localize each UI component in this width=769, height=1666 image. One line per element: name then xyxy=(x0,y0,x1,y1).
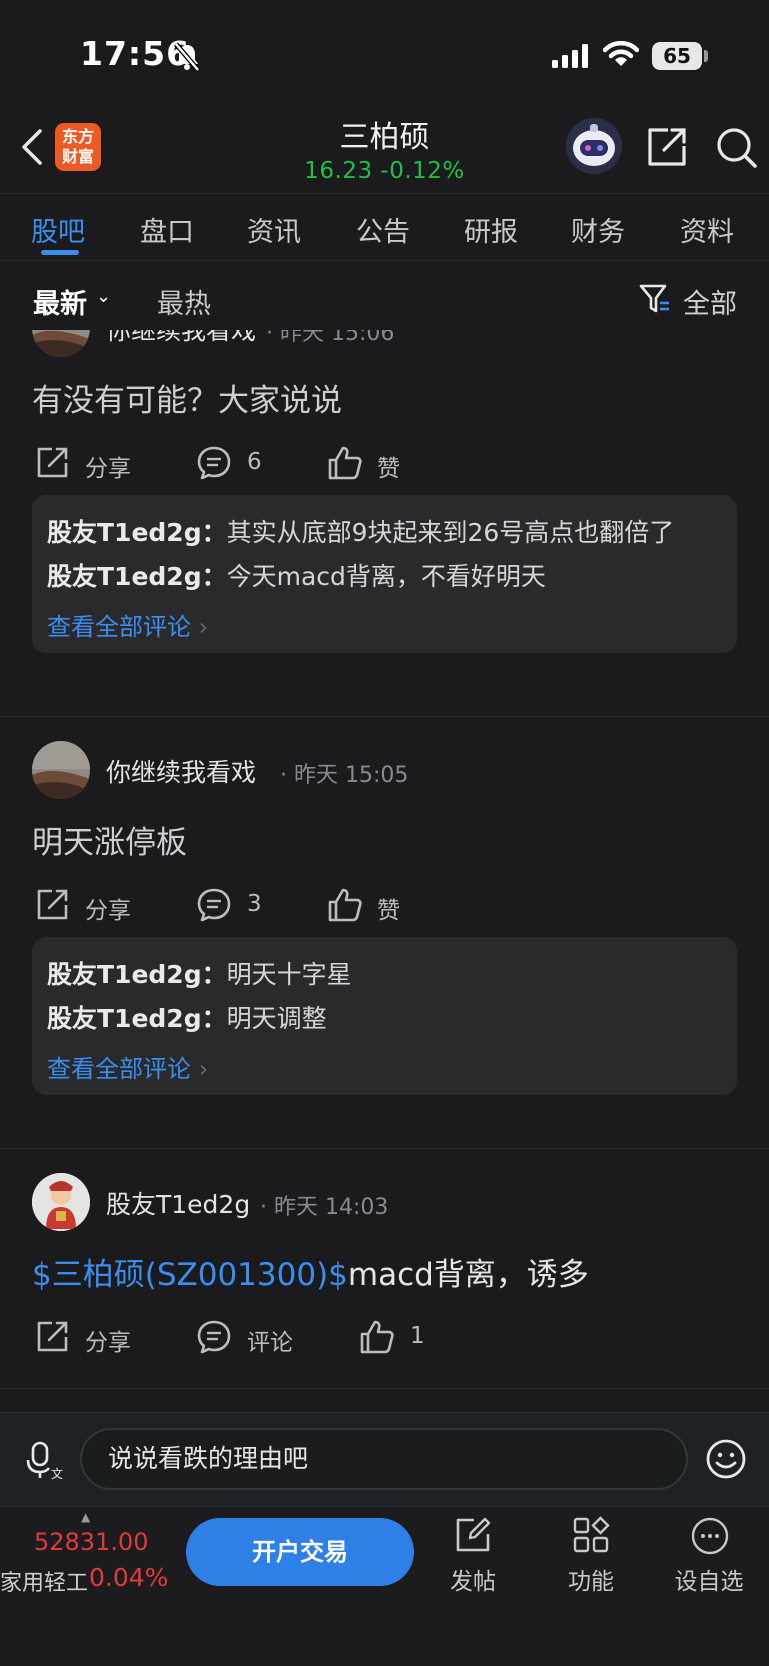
comment-icon[interactable] xyxy=(196,445,232,481)
nav-functions[interactable]: 功能 xyxy=(546,1562,636,1596)
comment-icon[interactable] xyxy=(196,1319,232,1355)
search-icon[interactable] xyxy=(715,126,759,170)
share-icon[interactable] xyxy=(34,445,70,481)
add-watchlist-icon[interactable] xyxy=(690,1516,730,1556)
tab-news[interactable]: 资讯 xyxy=(247,210,301,249)
post-time: · 昨天 14:03 xyxy=(260,1195,389,1220)
nav-post[interactable]: 发帖 xyxy=(428,1562,518,1596)
chevron-down-icon[interactable]: ⌄ xyxy=(96,286,111,307)
comment-line: 股友T1ed2g：明天十字星 xyxy=(47,955,352,991)
tab-guba[interactable]: 股吧 xyxy=(31,210,85,249)
comment-count[interactable]: 3 xyxy=(247,891,262,917)
cellular-signal-icon xyxy=(552,44,588,68)
post-text: macd背离，诱多 xyxy=(347,1257,589,1293)
index-expand-arrow-icon[interactable]: ▲ xyxy=(81,1510,90,1524)
index-change[interactable]: 0.04% xyxy=(89,1563,168,1592)
post-item[interactable]: 股友T1ed2g · 昨天 14:03 $三柏硕(SZ001300)$macd背… xyxy=(0,1149,769,1379)
comment-user[interactable]: 股友T1ed2g： xyxy=(47,562,227,591)
post-time: · 昨天 15:06 xyxy=(266,330,395,346)
share-button[interactable]: 分享 xyxy=(85,1323,131,1357)
svg-text:文: 文 xyxy=(51,1466,63,1480)
post-content[interactable]: $三柏硕(SZ001300)$macd背离，诱多 xyxy=(32,1249,589,1294)
wifi-icon xyxy=(603,40,639,66)
emoji-icon[interactable] xyxy=(705,1438,747,1480)
comment-text: 明天十字星 xyxy=(226,960,352,989)
post-item[interactable]: 你继续我看戏 · 昨天 15:06 有没有可能？大家说说 分享 6 赞 股友T1… xyxy=(0,330,769,675)
comment-count[interactable]: 6 xyxy=(247,449,262,475)
bell-muted-icon xyxy=(174,42,200,72)
share-icon[interactable] xyxy=(34,887,70,923)
tab-announcements[interactable]: 公告 xyxy=(356,210,410,249)
share-icon[interactable] xyxy=(34,1319,70,1355)
index-name[interactable]: 家用轻工 xyxy=(0,1565,88,1597)
thumbs-up-icon[interactable] xyxy=(358,1318,396,1356)
sort-hot[interactable]: 最热 xyxy=(157,282,211,321)
thumbs-up-icon[interactable] xyxy=(326,886,364,924)
post-time: · 昨天 15:05 xyxy=(280,763,409,788)
battery-cap xyxy=(704,50,708,62)
compose-post-icon[interactable] xyxy=(454,1516,492,1554)
tab-profile[interactable]: 资料 xyxy=(680,210,734,249)
share-button[interactable]: 分享 xyxy=(85,449,131,483)
share-button[interactable]: 分享 xyxy=(85,891,131,925)
filter-icon[interactable] xyxy=(638,283,672,315)
comment-line: 股友T1ed2g：今天macd背离，不看好明天 xyxy=(47,557,546,593)
comment-preview[interactable]: 股友T1ed2g：明天十字星 股友T1ed2g：明天调整 查看全部评论 › xyxy=(32,937,737,1095)
post-feed: 你继续我看戏 · 昨天 15:06 有没有可能？大家说说 分享 6 赞 股友T1… xyxy=(0,330,769,1412)
thumbs-up-icon[interactable] xyxy=(326,444,364,482)
tab-bar: 股吧 盘口 资讯 公告 研报 财务 资料 xyxy=(0,193,769,261)
comment-line: 股友T1ed2g：其实从底部9块起来到26号高点也翻倍了 xyxy=(47,513,674,549)
robot-assistant-icon[interactable] xyxy=(566,118,622,174)
like-button[interactable]: 赞 xyxy=(377,891,400,925)
filter-all[interactable]: 全部 xyxy=(683,282,737,321)
like-count[interactable]: 1 xyxy=(410,1323,425,1349)
avatar[interactable] xyxy=(32,741,90,799)
comment-icon[interactable] xyxy=(196,887,232,923)
post-item[interactable]: 你继续我看戏 · 昨天 15:05 明天涨停板 分享 3 赞 股友T1ed2g：… xyxy=(0,717,769,1137)
post-content[interactable]: 有没有可能？大家说说 xyxy=(32,375,342,420)
open-account-trade-button[interactable]: 开户交易 xyxy=(186,1518,414,1586)
comment-text: 明天调整 xyxy=(226,1004,327,1033)
comment-user[interactable]: 股友T1ed2g： xyxy=(47,518,227,547)
battery-icon: 65 xyxy=(652,42,702,70)
avatar[interactable] xyxy=(32,1173,90,1231)
comment-text: 今天macd背离，不看好明天 xyxy=(226,562,546,591)
comment-button[interactable]: 评论 xyxy=(247,1323,293,1357)
tab-finance[interactable]: 财务 xyxy=(571,210,625,249)
active-tab-indicator xyxy=(41,250,79,255)
nav-add-watchlist[interactable]: 设自选 xyxy=(664,1562,754,1596)
index-value[interactable]: 52831.00 xyxy=(34,1528,149,1556)
comment-text: 其实从底部9块起来到26号高点也翻倍了 xyxy=(226,518,675,547)
functions-grid-icon[interactable] xyxy=(572,1516,610,1554)
stock-tag-link[interactable]: $三柏硕(SZ001300)$ xyxy=(32,1257,348,1293)
post-author[interactable]: 你继续我看戏 xyxy=(106,753,256,789)
post-content[interactable]: 明天涨停板 xyxy=(32,817,187,862)
post-author[interactable]: 你继续我看戏 xyxy=(106,330,256,347)
comment-input[interactable]: 说说看跌的理由吧 xyxy=(80,1428,688,1490)
voice-input-icon[interactable]: 文 xyxy=(24,1440,64,1480)
comment-preview[interactable]: 股友T1ed2g：其实从底部9块起来到26号高点也翻倍了 股友T1ed2g：今天… xyxy=(32,495,737,653)
chevron-right-icon: › xyxy=(198,613,209,641)
divider xyxy=(0,1388,769,1389)
chevron-right-icon: › xyxy=(198,1055,209,1083)
like-button[interactable]: 赞 xyxy=(377,449,400,483)
tab-pankou[interactable]: 盘口 xyxy=(140,210,194,249)
post-author[interactable]: 股友T1ed2g xyxy=(106,1185,250,1221)
comment-user[interactable]: 股友T1ed2g： xyxy=(47,960,227,989)
comment-user[interactable]: 股友T1ed2g： xyxy=(47,1004,227,1033)
comment-line: 股友T1ed2g：明天调整 xyxy=(47,999,327,1035)
share-icon[interactable] xyxy=(646,126,688,168)
view-all-comments-link[interactable]: 查看全部评论 › xyxy=(47,607,208,642)
view-all-comments-link[interactable]: 查看全部评论 › xyxy=(47,1049,208,1084)
tab-research[interactable]: 研报 xyxy=(464,210,518,249)
avatar[interactable] xyxy=(32,330,90,357)
sort-latest[interactable]: 最新 xyxy=(33,282,87,321)
